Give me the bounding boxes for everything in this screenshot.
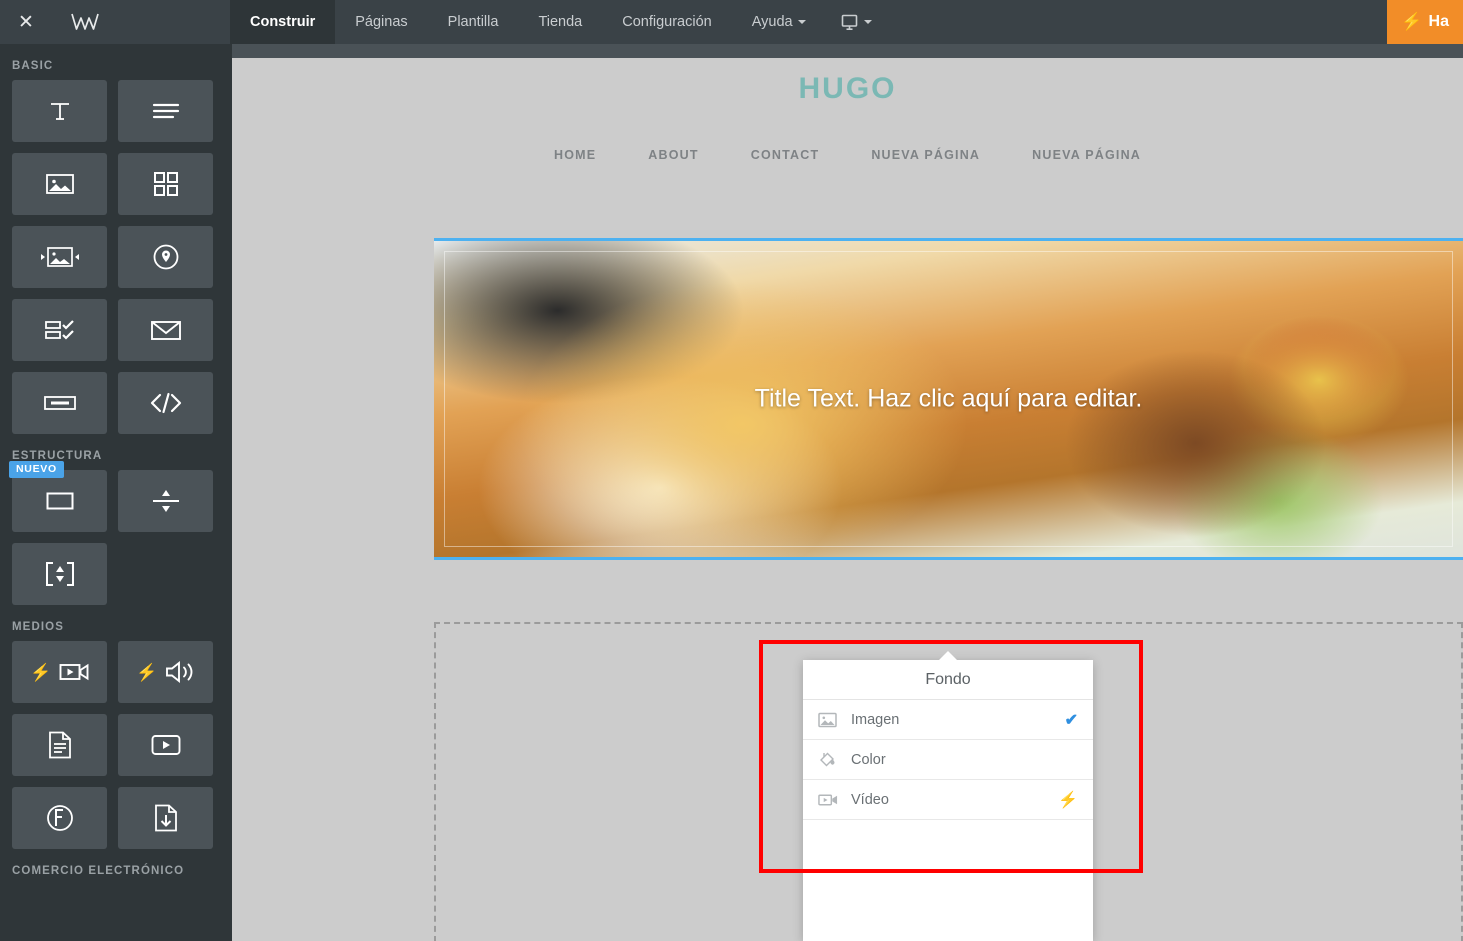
- tab-paginas-label: Páginas: [355, 14, 408, 30]
- element-video[interactable]: ⚡: [12, 641, 107, 703]
- tab-ayuda-label: Ayuda: [751, 14, 793, 30]
- tab-plantilla[interactable]: Plantilla: [428, 0, 519, 44]
- hero-banner-section[interactable]: Title Text. Haz clic aquí para editar.: [434, 238, 1463, 560]
- hero-title-text[interactable]: Title Text. Haz clic aquí para editar.: [434, 385, 1463, 414]
- fondo-option-video[interactable]: Vídeo ⚡: [803, 780, 1093, 820]
- element-map[interactable]: [118, 226, 213, 288]
- nav-link-nueva-pagina-2[interactable]: NUEVA PÁGINA: [1032, 148, 1141, 162]
- upgrade-button-label: Ha: [1428, 13, 1449, 30]
- sidebar-section-medios-title: MEDIOS: [12, 621, 64, 633]
- element-button[interactable]: [12, 372, 107, 434]
- site-navigation: HOME ABOUT CONTACT NUEVA PÁGINA NUEVA PÁ…: [232, 148, 1463, 162]
- sidebar-section-medios-grid: ⚡ ⚡: [0, 641, 232, 849]
- toolbar-menu-list: Construir Páginas Plantilla Tienda Confi…: [230, 0, 886, 44]
- element-form[interactable]: [12, 299, 107, 361]
- fondo-option-color[interactable]: Color: [803, 740, 1093, 780]
- nav-link-contact[interactable]: CONTACT: [751, 148, 820, 162]
- tab-configuracion[interactable]: Configuración: [602, 0, 731, 44]
- chevron-down-icon: [797, 20, 806, 24]
- tab-construir[interactable]: Construir: [230, 0, 336, 44]
- editor-subbar: [232, 44, 1463, 58]
- fondo-menu-title: Fondo: [803, 660, 1093, 700]
- picture-icon: [818, 712, 838, 728]
- check-icon: ✔: [1064, 711, 1078, 729]
- fondo-option-imagen[interactable]: Imagen ✔: [803, 700, 1093, 740]
- element-flash[interactable]: [12, 787, 107, 849]
- element-image[interactable]: [12, 153, 107, 215]
- element-divider[interactable]: [118, 470, 213, 532]
- tab-paginas[interactable]: Páginas: [335, 0, 427, 44]
- video-camera-icon: [818, 793, 838, 807]
- weebly-editor-window: ✕ Construir Páginas Plantilla Tienda Con…: [0, 0, 1463, 941]
- element-youtube[interactable]: [118, 714, 213, 776]
- tab-tienda[interactable]: Tienda: [518, 0, 602, 44]
- lightning-bolt-icon: ⚡: [1058, 791, 1078, 809]
- tab-plantilla-label: Plantilla: [447, 14, 499, 30]
- sidebar-section-ecommerce-title: COMERCIO ELECTRÓNICO: [12, 865, 185, 877]
- upgrade-button[interactable]: ⚡ Ha: [1387, 0, 1463, 44]
- lightning-bolt-icon: ⚡: [136, 662, 158, 682]
- element-title[interactable]: [12, 80, 107, 142]
- site-logo-text[interactable]: HUGO: [232, 72, 1463, 106]
- element-document[interactable]: [12, 714, 107, 776]
- sidebar-section-estructura-grid: NUEVO: [0, 461, 232, 605]
- top-toolbar: ✕ Construir Páginas Plantilla Tienda Con…: [0, 0, 1463, 44]
- fondo-menu-empty-area: [803, 820, 1093, 940]
- sidebar-section-basic-grid: [0, 80, 232, 434]
- paint-bucket-icon: [818, 751, 838, 769]
- tab-ayuda[interactable]: Ayuda: [732, 0, 826, 44]
- dropdown-arrow: [939, 651, 957, 660]
- fondo-option-imagen-label: Imagen: [851, 711, 900, 728]
- nav-link-about[interactable]: ABOUT: [648, 148, 698, 162]
- element-pop-up[interactable]: [12, 543, 107, 605]
- elements-sidebar[interactable]: BASIC ESTRUCTURA NUEVO MEDIOS ⚡ ⚡ COMERC…: [0, 44, 232, 941]
- element-embed-code[interactable]: [118, 372, 213, 434]
- nav-link-home[interactable]: HOME: [554, 148, 596, 162]
- chevron-down-icon: [863, 20, 872, 24]
- site-header: HUGO HOME ABOUT CONTACT NUEVA PÁGINA NUE…: [232, 44, 1463, 162]
- tab-tienda-label: Tienda: [538, 14, 583, 30]
- sidebar-section-basic-title: BASIC: [12, 60, 54, 72]
- nav-link-nueva-pagina-1[interactable]: NUEVA PÁGINA: [871, 148, 980, 162]
- element-file-download[interactable]: [118, 787, 213, 849]
- element-text[interactable]: [118, 80, 213, 142]
- tab-construir-label: Construir: [250, 14, 316, 30]
- fondo-option-video-label: Vídeo: [851, 791, 889, 808]
- element-contact[interactable]: [118, 299, 213, 361]
- fondo-option-color-label: Color: [851, 751, 886, 768]
- element-audio[interactable]: ⚡: [118, 641, 213, 703]
- device-preview-selector[interactable]: [826, 0, 886, 44]
- weebly-logo-icon[interactable]: [52, 0, 118, 44]
- element-gallery[interactable]: [118, 153, 213, 215]
- tab-configuracion-label: Configuración: [622, 14, 712, 30]
- fondo-dropdown-menu[interactable]: Fondo Imagen ✔ Color Vídeo ⚡: [803, 651, 1093, 941]
- element-section[interactable]: NUEVO: [9, 461, 107, 532]
- lightning-bolt-icon: ⚡: [1401, 12, 1423, 31]
- close-editor-button[interactable]: ✕: [0, 0, 52, 44]
- nuevo-badge: NUEVO: [9, 461, 64, 478]
- lightning-bolt-icon: ⚡: [30, 662, 52, 682]
- element-slideshow[interactable]: [12, 226, 107, 288]
